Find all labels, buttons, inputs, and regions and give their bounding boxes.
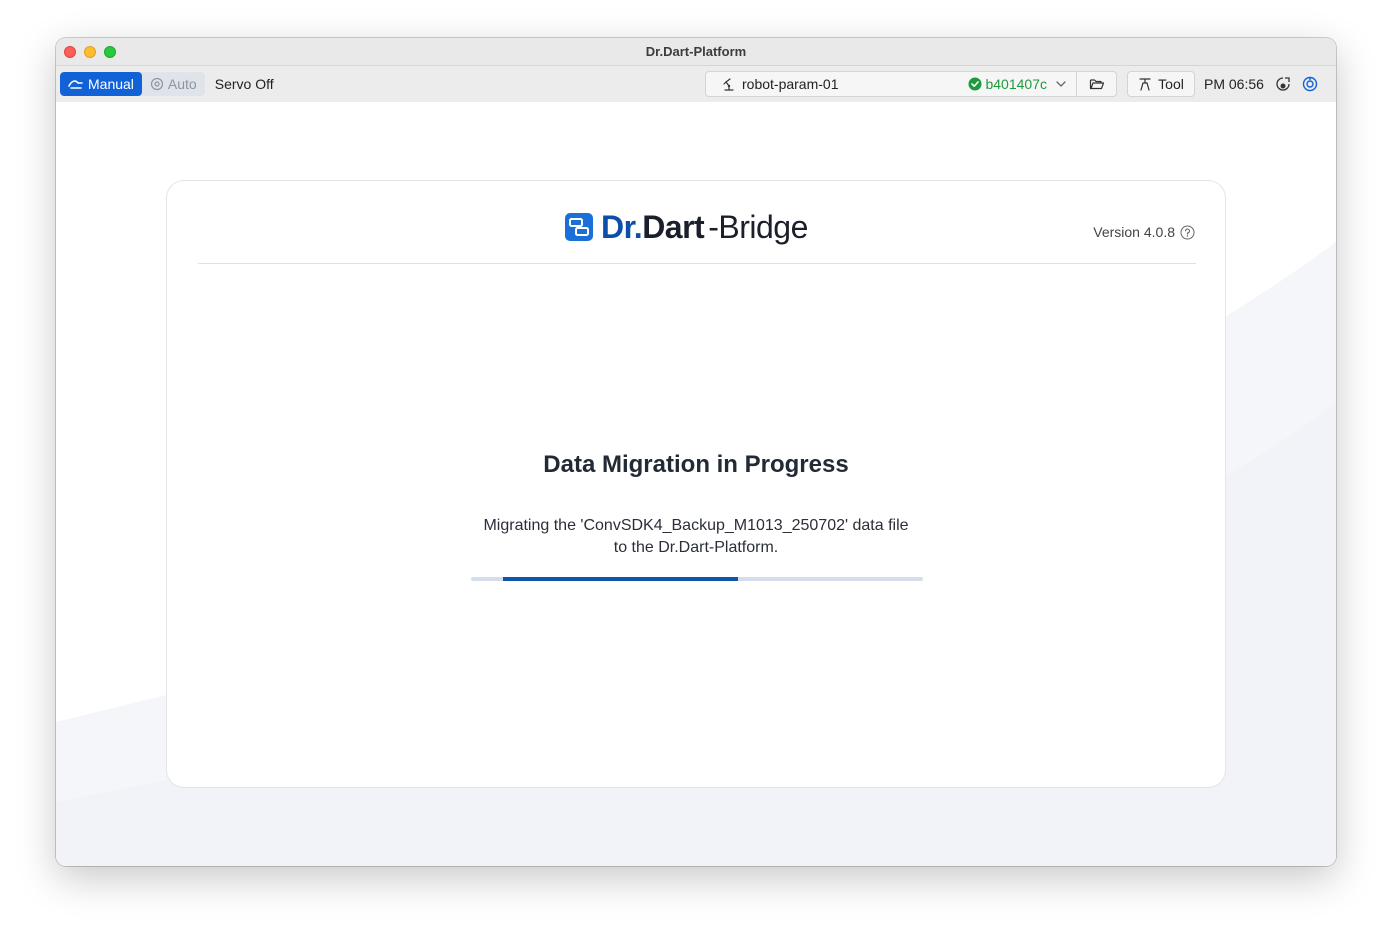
check-circle-icon: [968, 77, 982, 91]
logo-dr: Dr: [601, 208, 634, 245]
main-content: Dr.Dart -Bridge Version 4.0.8 Data Migrat…: [56, 102, 1336, 866]
robot-auto-icon: [150, 77, 164, 91]
param-name-group: robot-param-01: [706, 76, 968, 92]
auto-mode-button[interactable]: Auto: [142, 72, 205, 96]
clock: PM 06:56: [1204, 76, 1264, 92]
app-window: Dr.Dart-Platform Manual Auto Servo Off r…: [56, 38, 1336, 866]
manual-mode-label: Manual: [88, 76, 134, 92]
param-hash-text: b401407c: [985, 76, 1047, 92]
migration-heading: Data Migration in Progress: [543, 451, 849, 478]
window-title: Dr.Dart-Platform: [645, 44, 747, 59]
tool-button[interactable]: Tool: [1127, 71, 1195, 97]
maximize-window-button[interactable]: [104, 46, 116, 58]
sync-icon: [1302, 76, 1318, 92]
migration-description: Migrating the 'ConvSDK4_Backup_M1013_250…: [167, 515, 1225, 559]
progress-fill: [502, 577, 738, 581]
help-circle-icon[interactable]: [1180, 225, 1195, 240]
robot-arm-icon: [723, 78, 734, 91]
logo-dart: Dart: [642, 208, 705, 245]
minimize-window-button[interactable]: [84, 46, 96, 58]
description-line-1: Migrating the 'ConvSDK4_Backup_M1013_250…: [483, 517, 909, 534]
logo-dot: .: [633, 208, 643, 245]
param-name-text: robot-param-01: [742, 76, 839, 92]
hand-wave-icon: [68, 80, 83, 89]
logo-dash: -: [708, 208, 719, 245]
tool-label: Tool: [1158, 76, 1184, 92]
connection-status[interactable]: [1275, 76, 1291, 97]
tool-gripper-icon: [1139, 78, 1151, 91]
header-divider: [198, 263, 1196, 264]
drdart-bridge-logo: Dr.Dart -Bridge: [565, 209, 808, 245]
sync-status[interactable]: [1302, 76, 1318, 97]
param-hash-group: b401407c: [968, 76, 1076, 92]
auto-mode-label: Auto: [167, 76, 197, 92]
version-text: Version 4.0.8: [1093, 224, 1175, 240]
robot-param-selector[interactable]: robot-param-01 b401407c: [705, 71, 1117, 97]
mode-toggle: Manual Auto: [60, 72, 205, 96]
folder-open-icon: [1089, 79, 1104, 90]
logo-wordmark: Dr.Dart -Bridge: [601, 209, 808, 246]
close-window-button[interactable]: [64, 46, 76, 58]
chevron-down-icon[interactable]: [1054, 77, 1068, 91]
bridge-logo-icon: [565, 213, 593, 241]
version-info: Version 4.0.8: [1093, 224, 1195, 240]
migration-card: Dr.Dart -Bridge Version 4.0.8 Data Migrat…: [166, 180, 1226, 788]
servo-status: Servo Off: [214, 76, 274, 92]
description-line-2: to the Dr.Dart-Platform.: [613, 539, 779, 556]
connection-status-icon: [1276, 77, 1290, 91]
migration-progress-bar: [471, 577, 923, 581]
manual-mode-button[interactable]: Manual: [60, 72, 142, 96]
title-bar: Dr.Dart-Platform: [56, 38, 1336, 66]
open-folder-button[interactable]: [1076, 72, 1116, 96]
logo-bridge: Bridge: [718, 208, 808, 245]
window-controls: [64, 46, 116, 58]
top-toolbar: Manual Auto Servo Off robot-param-01 b40…: [56, 66, 1336, 102]
